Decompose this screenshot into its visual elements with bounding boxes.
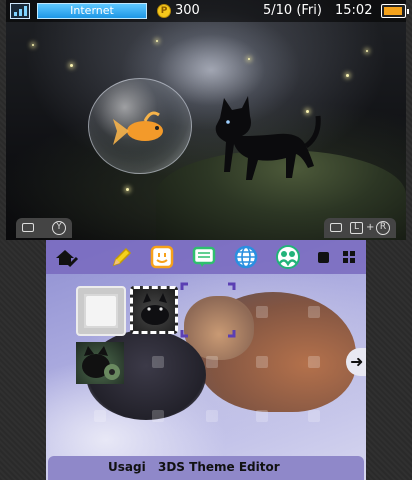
theme-creator: Usagi [108,460,146,474]
fish-bubble [88,78,192,174]
empty-slot[interactable] [256,356,268,368]
editor-name: 3DS Theme Editor [158,460,280,474]
grid-view-button[interactable] [338,244,360,270]
camera-lr-button[interactable]: L + R [324,218,396,238]
internet-browser-button[interactable] [232,244,260,270]
star [156,40,158,42]
camera-y-button[interactable]: Y [16,218,72,238]
empty-slot[interactable] [152,356,164,368]
friends-icon [276,245,300,269]
wifi-signal-icon [10,3,30,19]
pencil-button[interactable] [108,244,136,270]
empty-slot[interactable] [256,410,268,422]
message-icon [192,246,216,267]
globe-icon [234,245,258,269]
theme-preview: Internet P 300 5/10 (Fri) 15:02 Y L + R [0,0,412,480]
empty-slot[interactable] [206,410,218,422]
single-view-button[interactable] [312,244,334,270]
star [32,44,34,46]
star [366,50,368,52]
plus-icon: + [366,222,375,233]
empty-slot[interactable] [308,306,320,318]
empty-slot[interactable] [308,410,320,422]
goldfish-icon [113,111,163,145]
status-bar: Internet P 300 5/10 (Fri) 15:02 [6,0,409,22]
y-button-icon: Y [52,221,66,235]
scroll-right-button[interactable]: ➜ [346,348,366,376]
footer-bar: Usagi 3DS Theme Editor [48,456,364,480]
connection-status: Internet [37,3,147,19]
cat-camera-icon [82,346,120,380]
camera-icon [330,223,342,232]
home-settings-button[interactable] [52,244,80,270]
coin-count: 300 [175,3,200,18]
r-button-icon: R [376,221,390,235]
cursor-brackets-icon [180,282,236,338]
empty-slot[interactable] [308,356,320,368]
empty-slot[interactable] [206,356,218,368]
pencil-icon [112,247,132,267]
smiley-icon [150,245,174,269]
star [346,74,349,77]
black-cat-icon [215,96,321,180]
empty-slot[interactable] [94,410,106,422]
play-coin-icon: P [157,4,171,18]
star [126,188,129,191]
small-square-icon [317,251,329,263]
selected-app-icon[interactable] [130,286,178,334]
top-screen [6,0,406,240]
star [70,64,73,67]
empty-slot[interactable] [152,410,164,422]
star [248,58,250,60]
battery-icon [381,4,409,18]
camera-icon [22,223,34,232]
app-icon[interactable] [76,342,124,384]
home-settings-icon [56,250,79,268]
grid-icon [343,251,355,263]
empty-slot[interactable] [256,306,268,318]
cat-thumbnail-icon [141,293,169,325]
friend-list-button[interactable] [274,244,302,270]
miiverse-button[interactable] [148,244,176,270]
l-button-icon: L [350,222,363,234]
bottom-screen: ➜ Usagi 3DS Theme Editor [46,240,366,480]
time-display: 15:02 [335,3,373,18]
date-display: 5/10 (Fri) [263,3,322,18]
notifications-button[interactable] [190,244,218,270]
toolbar [46,240,366,274]
blank-app-slot[interactable] [76,286,126,336]
